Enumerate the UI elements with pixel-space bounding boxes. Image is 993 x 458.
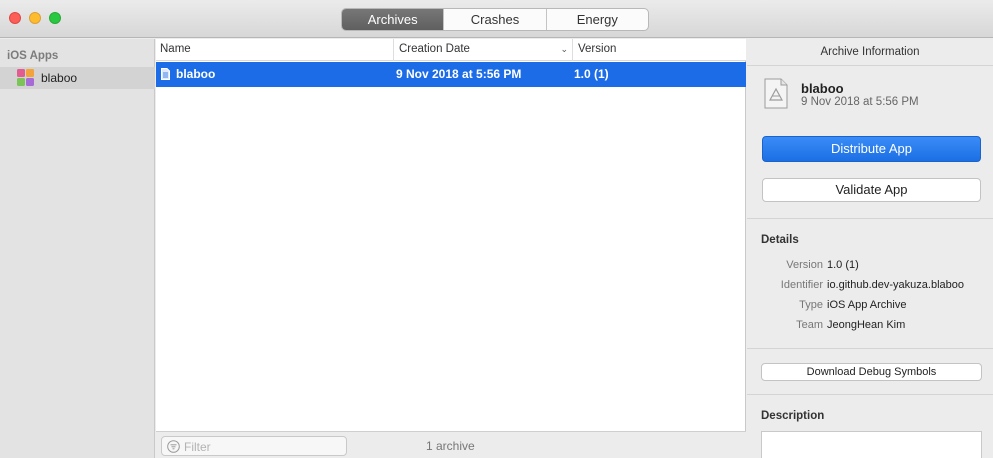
row-version: 1.0 (1) [574, 67, 609, 81]
sidebar: iOS Apps blaboo [0, 39, 155, 458]
minimize-window-button[interactable] [29, 12, 41, 24]
column-header-creation-date[interactable]: Creation Date ⌄ [395, 39, 573, 61]
column-header-label: Creation Date [399, 43, 470, 55]
detail-value-identifier: io.github.dev-yakuza.blaboo [827, 279, 964, 291]
sidebar-item-blaboo[interactable]: blaboo [0, 67, 155, 89]
download-debug-symbols-button[interactable]: Download Debug Symbols [761, 363, 982, 381]
column-header-version[interactable]: Version [574, 39, 746, 61]
inspector-title: Archive Information [747, 39, 993, 66]
archive-document-icon [161, 68, 170, 80]
tab-archives[interactable]: Archives [342, 9, 445, 30]
description-heading: Description [761, 410, 825, 422]
chevron-down-icon: ⌄ [560, 44, 568, 54]
row-creation-date: 9 Nov 2018 at 5:56 PM [396, 67, 522, 81]
close-window-button[interactable] [9, 12, 21, 24]
divider [747, 218, 993, 219]
table-footer: Filter 1 archive [156, 431, 746, 458]
detail-key-version: Version [786, 259, 823, 271]
detail-value-team: JeongHean Kim [827, 319, 906, 331]
filter-field[interactable]: Filter [161, 436, 347, 456]
table-header: Name Creation Date ⌄ Version [156, 39, 746, 61]
sidebar-heading: iOS Apps [7, 50, 59, 62]
detail-key-type: Type [799, 299, 823, 311]
sidebar-item-label: blaboo [41, 71, 78, 85]
column-header-name[interactable]: Name [156, 39, 394, 61]
detail-key-identifier: Identifier [780, 279, 823, 291]
app-icon [17, 69, 34, 86]
zoom-window-button[interactable] [49, 12, 61, 24]
row-name: blaboo [176, 67, 216, 81]
filter-icon [167, 440, 180, 453]
archives-table: Name Creation Date ⌄ Version blaboo 9 No… [156, 39, 746, 458]
filter-placeholder: Filter [184, 440, 211, 454]
title-bar: Archives Crashes Energy [0, 0, 993, 38]
tab-crashes[interactable]: Crashes [444, 9, 547, 30]
details-heading: Details [761, 234, 799, 246]
distribute-app-button[interactable]: Distribute App [762, 136, 981, 162]
detail-value-type: iOS App Archive [827, 299, 907, 311]
archive-date: 9 Nov 2018 at 5:56 PM [801, 96, 919, 108]
archive-name: blaboo [801, 81, 844, 96]
detail-key-team: Team [796, 319, 823, 331]
view-segmented-control: Archives Crashes Energy [341, 8, 649, 31]
table-row[interactable]: blaboo 9 Nov 2018 at 5:56 PM 1.0 (1) [156, 62, 746, 87]
detail-value-version: 1.0 (1) [827, 259, 859, 271]
tab-energy[interactable]: Energy [547, 9, 648, 30]
validate-app-button[interactable]: Validate App [762, 178, 981, 202]
archive-icon [764, 78, 788, 109]
archive-inspector: Archive Information blaboo 9 Nov 2018 at… [747, 39, 993, 458]
divider [747, 394, 993, 395]
archive-count: 1 archive [426, 439, 475, 453]
description-field[interactable] [761, 431, 982, 458]
divider [747, 348, 993, 349]
